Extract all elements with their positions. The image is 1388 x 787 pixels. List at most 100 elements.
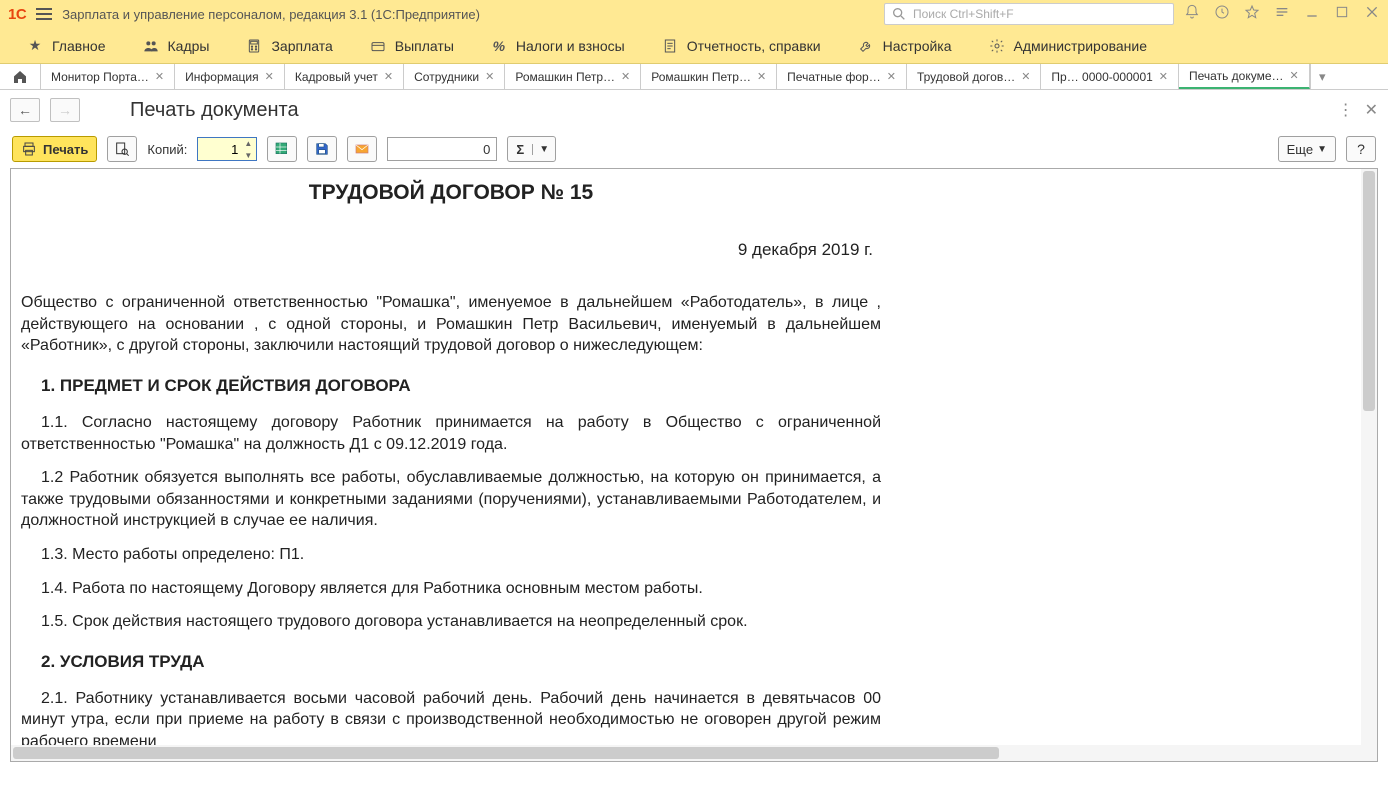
- tab-employees[interactable]: Сотрудники ✕: [404, 64, 505, 89]
- page-title: Печать документа: [130, 99, 299, 122]
- menu-personnel[interactable]: Кадры: [124, 28, 228, 64]
- main-menu: ★ Главное Кадры Зарплата Выплаты % Налог…: [0, 28, 1388, 64]
- titlebar: 1C Зарплата и управление персоналом, ред…: [0, 0, 1388, 28]
- wallet-icon: [369, 37, 387, 55]
- doc-intro: Общество с ограниченной ответственностью…: [21, 292, 881, 357]
- close-tab-icon[interactable]: ✕: [485, 70, 494, 83]
- star-icon[interactable]: [1244, 4, 1260, 25]
- close-tab-icon[interactable]: ✕: [757, 70, 766, 83]
- close-tab-icon[interactable]: ✕: [887, 70, 896, 83]
- tabs-row: Монитор Порта… ✕ Информация ✕ Кадровый уче…: [0, 64, 1388, 90]
- history-icon[interactable]: [1214, 4, 1230, 25]
- menu-payments[interactable]: Выплаты: [351, 28, 472, 64]
- doc-clause-1-3: 1.3. Место работы определено: П1.: [21, 544, 881, 566]
- chevron-down-icon: ▼: [1317, 144, 1327, 155]
- menu-settings[interactable]: Настройка: [839, 28, 970, 64]
- menu-main[interactable]: ★ Главное: [8, 28, 124, 64]
- window-title: Зарплата и управление персоналом, редакц…: [62, 7, 874, 22]
- more-label: Еще: [1287, 142, 1313, 157]
- vertical-scrollbar[interactable]: [1361, 169, 1377, 745]
- wrench-icon: [857, 37, 875, 55]
- search-placeholder: Поиск Ctrl+Shift+F: [913, 7, 1014, 21]
- tab-employee-1[interactable]: Ромашкин Петр… ✕: [505, 64, 641, 89]
- menu-label: Зарплата: [271, 38, 332, 54]
- tab-contract[interactable]: Трудовой догов… ✕: [907, 64, 1041, 89]
- vscroll-thumb[interactable]: [1363, 171, 1375, 411]
- sum-button[interactable]: Σ ▼: [507, 136, 556, 162]
- gear-icon: [988, 37, 1006, 55]
- print-label: Печать: [43, 142, 88, 157]
- close-tab-icon[interactable]: ✕: [621, 70, 630, 83]
- search-input[interactable]: Поиск Ctrl+Shift+F: [884, 3, 1174, 25]
- hscroll-thumb[interactable]: [13, 747, 999, 759]
- tab-information[interactable]: Информация ✕: [175, 64, 285, 89]
- edit-layout-button[interactable]: [267, 136, 297, 162]
- tab-hr-accounting[interactable]: Кадровый учет✕: [285, 64, 404, 89]
- tab-label: Сотрудники: [414, 70, 479, 84]
- scroll-corner: [1361, 745, 1377, 761]
- close-tab-icon[interactable]: ✕: [1290, 69, 1299, 82]
- tab-print-document[interactable]: Печать докуме…✕: [1179, 64, 1310, 89]
- hamburger-icon[interactable]: [36, 8, 52, 20]
- calculator-icon: [245, 37, 263, 55]
- home-tab[interactable]: [0, 64, 41, 89]
- email-button[interactable]: [347, 136, 377, 162]
- print-toolbar: Печать Копий: ▲▼ 0 Σ ▼ Еще ▼ ?: [0, 130, 1388, 168]
- horizontal-scrollbar[interactable]: [11, 745, 1361, 761]
- help-button[interactable]: ?: [1346, 136, 1376, 162]
- document-viewport[interactable]: ТРУДОВОЙ ДОГОВОР № 15 9 декабря 2019 г. …: [11, 169, 1361, 745]
- spin-down-icon[interactable]: ▼: [240, 149, 256, 161]
- print-button[interactable]: Печать: [12, 136, 97, 162]
- close-tab-icon[interactable]: ✕: [265, 70, 274, 83]
- menu-taxes[interactable]: % Налоги и взносы: [472, 28, 643, 64]
- tab-label: Трудовой догов…: [917, 70, 1015, 84]
- doc-clause-1-2: 1.2 Работник обязуется выполнять все раб…: [21, 467, 881, 532]
- back-button[interactable]: ←: [10, 98, 40, 122]
- titlebar-actions: [1184, 4, 1380, 25]
- close-tab-icon[interactable]: ✕: [155, 70, 164, 83]
- menu-reports[interactable]: Отчетность, справки: [643, 28, 839, 64]
- forward-button[interactable]: →: [50, 98, 80, 122]
- menu-label: Главное: [52, 38, 106, 54]
- copies-spinner[interactable]: ▲▼: [240, 137, 256, 161]
- tab-label: Ромашкин Петр…: [515, 70, 615, 84]
- copies-field[interactable]: [198, 142, 240, 157]
- printer-icon: [21, 141, 37, 157]
- tab-employee-2[interactable]: Ромашкин Петр…✕: [641, 64, 777, 89]
- close-tab-icon[interactable]: ✕: [1021, 70, 1030, 83]
- help-label: ?: [1357, 141, 1365, 157]
- number-display[interactable]: 0: [387, 137, 497, 161]
- doc-clause-2-1: 2.1. Работнику устанавливается восьми ча…: [21, 688, 881, 745]
- close-tab-icon[interactable]: ✕: [1159, 70, 1168, 83]
- copies-input[interactable]: ▲▼: [197, 137, 257, 161]
- close-page-icon[interactable]: ✕: [1365, 100, 1378, 120]
- more-button[interactable]: Еще ▼: [1278, 136, 1336, 162]
- doc-clause-1-1: 1.1. Согласно настоящему договору Работн…: [21, 412, 881, 455]
- maximize-icon[interactable]: [1334, 4, 1350, 25]
- doc-date: 9 декабря 2019 г.: [21, 239, 873, 262]
- menu-label: Кадры: [168, 38, 210, 54]
- menu-icon[interactable]: [1274, 4, 1290, 25]
- grid-edit-icon: [274, 141, 290, 157]
- close-icon[interactable]: [1364, 4, 1380, 25]
- page-header: ← → Печать документа ⋮ ✕: [0, 90, 1388, 130]
- doc-clause-1-5: 1.5. Срок действия настоящего трудового …: [21, 611, 881, 633]
- close-tab-icon[interactable]: ✕: [384, 70, 393, 83]
- tab-order[interactable]: Пр… 0000-000001✕: [1041, 64, 1179, 89]
- tab-label: Монитор Порта…: [51, 70, 149, 84]
- page-options-icon[interactable]: ⋮: [1338, 100, 1355, 120]
- tab-monitor[interactable]: Монитор Порта… ✕: [41, 64, 175, 89]
- tab-print-forms[interactable]: Печатные фор…✕: [777, 64, 907, 89]
- spin-up-icon[interactable]: ▲: [240, 137, 256, 149]
- bell-icon[interactable]: [1184, 4, 1200, 25]
- save-button[interactable]: [307, 136, 337, 162]
- menu-salary[interactable]: Зарплата: [227, 28, 350, 64]
- tab-overflow[interactable]: ▾: [1310, 64, 1334, 89]
- tab-label: Информация: [185, 70, 258, 84]
- dropdown-icon[interactable]: ▼: [532, 144, 555, 155]
- doc-section-2: 2. УСЛОВИЯ ТРУДА: [41, 651, 881, 674]
- preview-button[interactable]: [107, 136, 137, 162]
- home-icon: [12, 69, 28, 85]
- minimize-icon[interactable]: [1304, 4, 1320, 25]
- menu-admin[interactable]: Администрирование: [970, 28, 1166, 64]
